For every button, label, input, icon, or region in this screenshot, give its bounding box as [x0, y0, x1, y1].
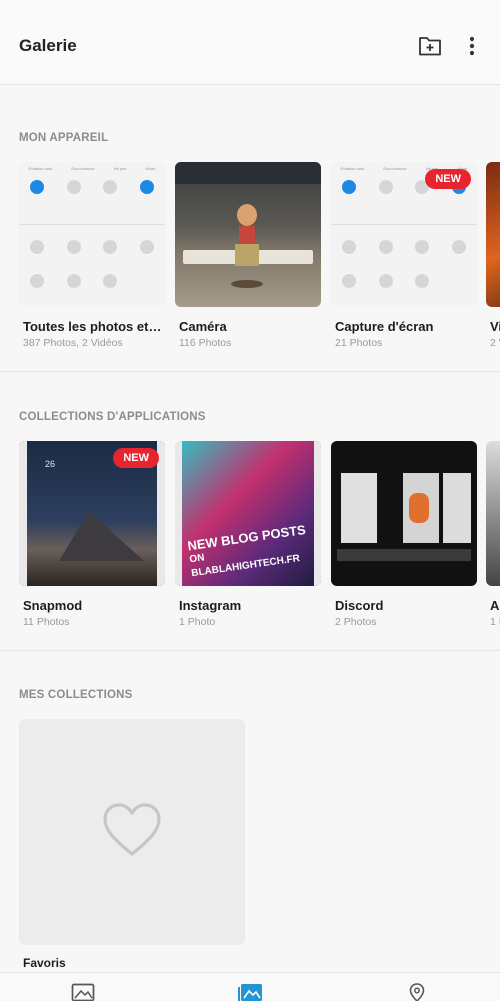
album-title: Snapmod [23, 598, 83, 613]
album-thumbnail: Rotation autoEconomiseurNe pasMode NEW [331, 162, 477, 307]
app-title: Galerie [19, 36, 77, 55]
new-badge: NEW [425, 169, 471, 189]
album-count: 2 Photos [335, 616, 377, 628]
bottom-navigation [0, 972, 500, 1001]
places-icon[interactable] [404, 983, 430, 1001]
album-thumbnail: 26 NEW [19, 441, 165, 586]
album-title: Vi [490, 319, 500, 334]
album-title: Caméra [179, 319, 227, 334]
albums-icon[interactable] [238, 983, 264, 1001]
album-title: Ac [490, 598, 500, 613]
section-divider [0, 650, 500, 651]
lock-screen-time: 26 [45, 459, 56, 469]
album-thumbnail: Rotation auto Economiseur Ne pas Mode [19, 162, 165, 307]
device-albums-row[interactable]: Rotation auto Economiseur Ne pas Mode Toute… [0, 162, 500, 352]
album-count: 21 Photos [335, 337, 383, 349]
album-tile[interactable]: Vi 2 V [486, 162, 500, 349]
album-thumbnail [331, 441, 477, 586]
album-title: Instagram [179, 598, 242, 613]
album-tile[interactable]: Rotation auto Economiseur Ne pas Mode Toute… [19, 162, 165, 349]
album-title: Discord [335, 598, 384, 613]
more-vert-icon[interactable] [458, 32, 486, 60]
album-thumbnail [486, 162, 500, 307]
heart-outline-icon [102, 802, 162, 863]
album-tile[interactable]: Caméra 116 Photos [175, 162, 321, 349]
new-folder-icon[interactable] [416, 32, 444, 60]
album-count: 1 Photo [179, 616, 216, 628]
album-thumbnail [175, 162, 321, 307]
photos-icon[interactable] [70, 983, 96, 1001]
album-tile[interactable]: Rotation autoEconomiseurNe pasMode NEW C… [331, 162, 477, 349]
section-header-mine: MES COLLECTIONS [19, 689, 133, 701]
section-header-device: MON APPAREIL [19, 132, 109, 144]
album-thumbnail: NEW BLOG POSTS ON BLABLAHIGHTECH.FR [175, 441, 321, 586]
album-count: 11 Photos [23, 616, 70, 628]
story-overlay-text: NEW BLOG POSTS ON BLABLAHIGHTECH.FR [186, 521, 307, 580]
album-tile[interactable]: 26 NEW Snapmod 11 Photos [19, 441, 165, 628]
favorites-album-tile[interactable] [19, 719, 245, 945]
album-count: 116 Photos [179, 337, 232, 349]
album-thumbnail [486, 441, 500, 586]
album-tile[interactable]: Ac 1 I [486, 441, 500, 628]
favorites-title: Favoris [23, 956, 66, 970]
new-badge: NEW [113, 448, 159, 468]
app-albums-row[interactable]: 26 NEW Snapmod 11 Photos NEW BLOG POSTS … [0, 441, 500, 631]
my-collections-row: Favoris [0, 719, 500, 971]
album-title: Toutes les photos et vi... [23, 319, 163, 334]
section-divider [0, 371, 500, 372]
album-title: Capture d'écran [335, 319, 434, 334]
album-count: 2 V [490, 337, 500, 349]
section-header-apps: COLLECTIONS D'APPLICATIONS [19, 411, 206, 423]
album-tile[interactable]: NEW BLOG POSTS ON BLABLAHIGHTECH.FR Inst… [175, 441, 321, 628]
album-tile[interactable]: Discord 2 Photos [331, 441, 477, 628]
album-count: 387 Photos, 2 Vidéos [23, 337, 123, 349]
album-count: 1 I [490, 616, 500, 628]
top-app-bar: Galerie [0, 0, 500, 85]
